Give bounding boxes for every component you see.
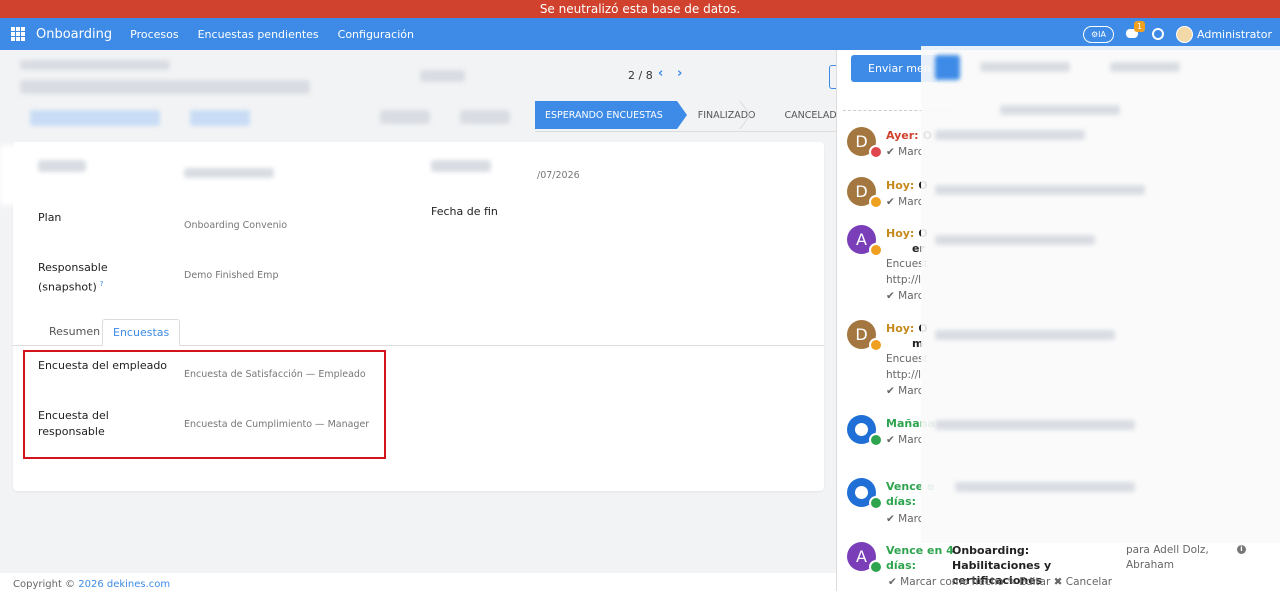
mark-done-button[interactable]: ✔ Marc bbox=[886, 513, 924, 525]
tab-encuestas[interactable]: Encuestas bbox=[102, 319, 181, 346]
mark-done-button[interactable]: ✔ Marc bbox=[886, 385, 924, 397]
breadcrumb bbox=[20, 60, 170, 70]
statusbar: ESPERANDO ENCUESTAS FINALIZADO CANCELADO bbox=[535, 101, 858, 129]
blurred-text-4 bbox=[935, 130, 1085, 140]
blurred-region-chatter bbox=[921, 46, 1280, 543]
blurred-field-label bbox=[38, 160, 86, 172]
blurred-action-button-2 bbox=[190, 110, 250, 126]
help-tooltip-icon[interactable]: ? bbox=[100, 280, 104, 288]
activity-avatar: D bbox=[847, 127, 883, 159]
activity-avatar bbox=[847, 415, 883, 447]
activity-due: Vence en 4 bbox=[886, 544, 954, 557]
menu-encuestas-pendientes[interactable]: Encuestas pendientes bbox=[198, 28, 319, 41]
ia-label: IA bbox=[1098, 29, 1106, 39]
responsible-value[interactable]: Demo Finished Emp bbox=[184, 270, 278, 281]
apps-menu-icon[interactable] bbox=[11, 27, 25, 41]
mark-done-button[interactable]: ✔ Marc bbox=[886, 196, 924, 208]
blurred-text-8 bbox=[935, 420, 1135, 430]
start-date-value[interactable]: /07/2026 bbox=[537, 170, 580, 181]
mark-done-button[interactable]: ✔ Marc bbox=[886, 434, 924, 446]
form-tabs: Resumen Encuestas bbox=[13, 319, 824, 346]
blurred-action-button-3 bbox=[380, 110, 430, 124]
user-menu[interactable]: Administrator bbox=[1176, 25, 1272, 43]
user-name: Administrator bbox=[1197, 27, 1272, 41]
blurred-text bbox=[980, 62, 1070, 72]
responsible-label: Responsable (snapshot)? bbox=[38, 260, 118, 296]
activity-link[interactable]: http://l bbox=[886, 369, 921, 381]
pager-prev-icon[interactable]: ‹ bbox=[658, 66, 663, 81]
annotation-highlight-box bbox=[23, 350, 386, 459]
activity-avatar bbox=[847, 478, 883, 510]
blurred-text-2 bbox=[1110, 62, 1180, 72]
mark-done-button[interactable]: ✔ Marc bbox=[886, 290, 924, 302]
stage-label: ESPERANDO ENCUESTAS bbox=[545, 109, 663, 121]
stage-divider-icon bbox=[739, 101, 751, 129]
footer-link[interactable]: 2026 dekines.com bbox=[78, 579, 170, 590]
activity-avatar: A bbox=[847, 542, 883, 574]
activity-link[interactable]: http://l bbox=[886, 274, 921, 286]
blurred-text-7 bbox=[935, 330, 1115, 340]
plan-label: Plan bbox=[38, 211, 62, 224]
activity-type-icon bbox=[869, 145, 883, 159]
pager-value[interactable]: 2 / 8 bbox=[628, 69, 653, 82]
blurred-field-value bbox=[184, 168, 274, 178]
chat-icon[interactable]: 1 bbox=[1126, 21, 1145, 40]
blurred-action-button-4 bbox=[460, 110, 510, 124]
activity-type-icon bbox=[869, 560, 883, 574]
blurred-text-5 bbox=[935, 185, 1145, 195]
activity-type-icon bbox=[869, 433, 883, 447]
activity-type-icon bbox=[869, 338, 883, 352]
chat-badge: 1 bbox=[1134, 21, 1145, 32]
activity-clock-icon[interactable] bbox=[1152, 28, 1164, 40]
activity-type-icon bbox=[869, 195, 883, 209]
menu-procesos[interactable]: Procesos bbox=[130, 28, 178, 41]
info-icon[interactable]: i bbox=[1237, 545, 1246, 554]
activity-avatar: A bbox=[847, 225, 883, 257]
activity-type-icon bbox=[869, 496, 883, 510]
activity-avatar: D bbox=[847, 320, 883, 352]
activity-avatar: D bbox=[847, 177, 883, 209]
stage-esperando-encuestas[interactable]: ESPERANDO ENCUESTAS bbox=[535, 101, 687, 129]
end-date-label: Fecha de fin bbox=[431, 205, 498, 218]
blurred-text-3 bbox=[1000, 105, 1120, 115]
avatar bbox=[1176, 25, 1193, 43]
footer: Copyright © 2026 dekines.com bbox=[0, 573, 836, 591]
copyright-text: Copyright © bbox=[13, 579, 76, 590]
record-title-blur bbox=[20, 80, 310, 94]
blurred-button bbox=[420, 70, 465, 82]
neutralized-db-banner: Se neutralizó esta base de datos. bbox=[0, 0, 1280, 18]
activity-actions[interactable]: ✔ Marcar como hecho ✎ Editar ✖ Cancelar bbox=[888, 576, 1112, 588]
activity-due-line2: días: bbox=[886, 495, 917, 508]
activity-assignee: para Adell Dolz, Abraham bbox=[1126, 544, 1209, 571]
blurred-text-6 bbox=[935, 235, 1095, 245]
pager-next-icon[interactable]: › bbox=[677, 66, 682, 81]
mark-done-button[interactable]: ✔ Marc bbox=[886, 146, 924, 158]
responsible-label-text: Responsable (snapshot) bbox=[38, 261, 108, 294]
ia-toggle[interactable]: ⚙ IA bbox=[1083, 25, 1114, 43]
statusbar-divider bbox=[535, 131, 836, 132]
blurred-text-9 bbox=[955, 482, 1135, 492]
blurred-field-label-2 bbox=[431, 160, 491, 172]
menu-configuracion[interactable]: Configuración bbox=[338, 28, 414, 41]
activity-due-line2: días: bbox=[886, 559, 917, 572]
blurred-action-button bbox=[30, 110, 160, 126]
activity-type-icon bbox=[869, 243, 883, 257]
tab-resumen[interactable]: Resumen bbox=[39, 319, 110, 346]
app-brand[interactable]: Onboarding bbox=[36, 27, 112, 42]
plan-value[interactable]: Onboarding Convenio bbox=[184, 220, 287, 231]
blurred-button-chatter bbox=[935, 55, 960, 80]
